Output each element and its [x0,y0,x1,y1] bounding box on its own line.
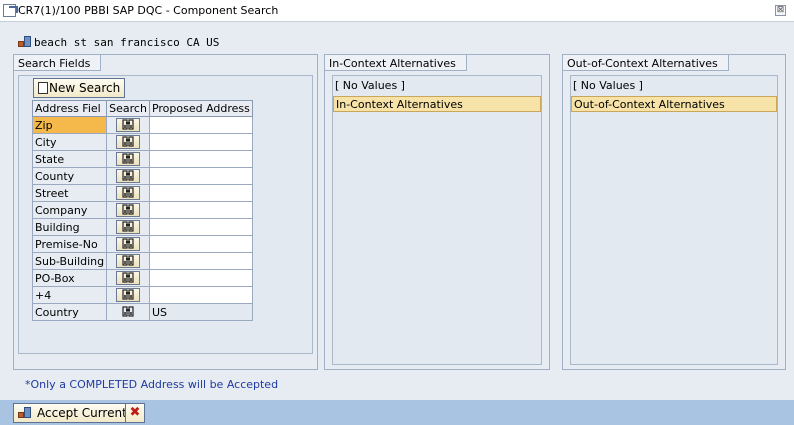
table-row: Sub-Building [31,252,253,270]
address-field-cell[interactable]: Premise-No [31,235,108,253]
binoculars-icon[interactable] [116,271,141,286]
column-header-proposed-address[interactable]: Proposed Address [148,100,253,117]
table-header-row: Address Fiel Search Proposed Address [31,100,253,117]
close-icon[interactable]: ⊠ [775,5,786,16]
window-title: CR7(1)/100 PBBI SAP DQC - Component Sear… [18,4,279,17]
proposed-address-cell[interactable] [148,184,253,202]
proposed-address-cell[interactable] [148,286,253,304]
table-row: Street [31,184,253,202]
binoculars-icon[interactable] [116,118,141,133]
binoculars-icon[interactable] [116,152,141,167]
out-of-context-list-area: [ No Values ] Out-of-Context Alternative… [570,75,778,365]
out-of-context-panel: Out-of-Context Alternatives [ No Values … [562,54,786,370]
tab-search-fields[interactable]: Search Fields [14,55,102,71]
address-field-cell[interactable]: Street [31,184,108,202]
binoculars-icon[interactable] [116,203,141,218]
proposed-address-cell[interactable] [148,116,253,134]
in-context-header-row[interactable]: In-Context Alternatives [333,96,541,112]
binoculars-icon[interactable] [116,237,141,252]
column-header-address-field[interactable]: Address Fiel [31,100,108,117]
window-icon [3,4,18,17]
search-cell [106,252,150,270]
accept-current-label: Accept Current [37,406,127,420]
address-text: beach st san francisco CA US [34,36,220,49]
binoculars-icon[interactable] [116,186,141,201]
proposed-address-cell[interactable] [148,201,253,219]
address-field-cell[interactable]: Country [31,303,108,321]
table-row: +4 [31,286,253,304]
binoculars-icon[interactable] [116,220,141,235]
table-row: State [31,150,253,168]
out-of-context-header-row[interactable]: Out-of-Context Alternatives [571,96,777,112]
binoculars-icon[interactable] [116,306,140,320]
proposed-address-cell[interactable] [148,235,253,253]
new-search-button[interactable]: New Search [33,78,126,98]
title-bar: CR7(1)/100 PBBI SAP DQC - Component Sear… [0,0,794,22]
proposed-address-cell: US [148,303,253,321]
search-cell [106,269,150,287]
search-cell [106,150,150,168]
out-of-context-no-values: [ No Values ] [573,79,643,92]
address-field-cell[interactable]: Building [31,218,108,236]
address-field-cell[interactable]: Company [31,201,108,219]
proposed-address-cell[interactable] [148,218,253,236]
address-field-cell[interactable]: Zip [31,116,108,134]
table-row: City [31,133,253,151]
cancel-x-icon: ✖ [129,405,141,420]
in-context-no-values: [ No Values ] [335,79,405,92]
table-row: Country US [31,303,253,321]
search-cell [106,235,150,253]
search-cell [106,184,150,202]
proposed-address-cell[interactable] [148,269,253,287]
in-context-panel: In-Context Alternatives [ No Values ] In… [324,54,550,370]
table-row: Premise-No [31,235,253,253]
search-cell [106,303,150,321]
address-field-cell[interactable]: +4 [31,286,108,304]
cancel-button[interactable]: ✖ [125,403,145,423]
table-row: Zip [31,116,253,134]
proposed-address-cell[interactable] [148,150,253,168]
table-row: County [31,167,253,185]
search-fields-panel: Search Fields New Search Address Fiel Se… [13,54,318,370]
binoculars-icon[interactable] [116,254,141,269]
table-row: Company [31,201,253,219]
in-context-list-area: [ No Values ] In-Context Alternatives [332,75,542,365]
search-cell [106,167,150,185]
tab-in-context[interactable]: In-Context Alternatives [325,55,467,71]
column-header-search[interactable]: Search [106,100,150,117]
binoculars-icon[interactable] [116,169,141,184]
address-field-cell[interactable]: State [31,150,108,168]
search-cell [106,218,150,236]
search-cell [106,116,150,134]
table-row: PO-Box [31,269,253,287]
address-book-icon [18,407,34,419]
search-cell [106,201,150,219]
component-search-window: CR7(1)/100 PBBI SAP DQC - Component Sear… [0,0,794,425]
table-row: Building [31,218,253,236]
search-cell [106,286,150,304]
search-cell [106,133,150,151]
address-field-cell[interactable]: Sub-Building [31,252,108,270]
accept-current-button[interactable]: Accept Current [13,403,132,423]
search-fields-table: Address Fiel Search Proposed Address Zip… [31,100,253,321]
address-field-cell[interactable]: City [31,133,108,151]
address-field-cell[interactable]: County [31,167,108,185]
proposed-address-cell[interactable] [148,167,253,185]
footer-toolbar: Accept Current ✖ [0,400,794,425]
new-search-label: New Search [49,81,121,95]
address-book-icon [18,36,31,48]
binoculars-icon[interactable] [116,135,141,150]
completed-address-note: *Only a COMPLETED Address will be Accept… [25,378,279,391]
new-document-icon [38,82,48,94]
binoculars-icon[interactable] [116,288,141,303]
address-field-cell[interactable]: PO-Box [31,269,108,287]
proposed-address-cell[interactable] [148,252,253,270]
proposed-address-cell[interactable] [148,133,253,151]
tab-out-of-context[interactable]: Out-of-Context Alternatives [563,55,729,71]
